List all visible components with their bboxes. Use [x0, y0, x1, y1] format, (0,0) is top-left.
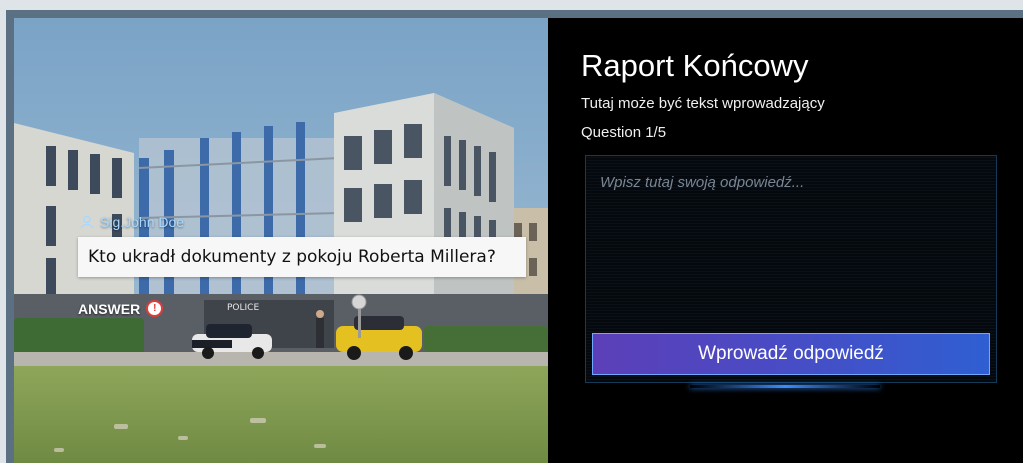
answer-area: Wprowadź odpowiedź — [585, 155, 997, 383]
speaker-name: Sig.John Doe — [100, 214, 185, 230]
glow-divider — [690, 385, 880, 388]
page-title: Raport Końcowy — [581, 48, 809, 83]
speaker-label: Sig.John Doe — [80, 214, 184, 230]
question-box: Kto ukradł dokumenty z pokoju Roberta Mi… — [78, 237, 526, 277]
intro-text: Tutaj może być tekst wprowadzający — [581, 95, 825, 112]
report-panel: Raport Końcowy Tutaj może być tekst wpro… — [548, 18, 1023, 463]
question-counter: Question 1/5 — [581, 124, 667, 141]
answer-label-text: ANSWER — [78, 300, 141, 317]
submit-answer-button[interactable]: Wprowadź odpowiedź — [592, 333, 990, 375]
scene-view: POLICE Sig.John Doe Kto ukradł dokumenty… — [14, 18, 548, 463]
user-icon — [80, 215, 94, 229]
answer-input[interactable] — [586, 156, 996, 326]
question-text: Kto ukradł dokumenty z pokoju Roberta Mi… — [88, 247, 496, 267]
police-sign: POLICE — [227, 303, 259, 313]
answer-label[interactable]: ANSWER ! — [78, 300, 164, 317]
alert-icon: ! — [146, 300, 164, 317]
